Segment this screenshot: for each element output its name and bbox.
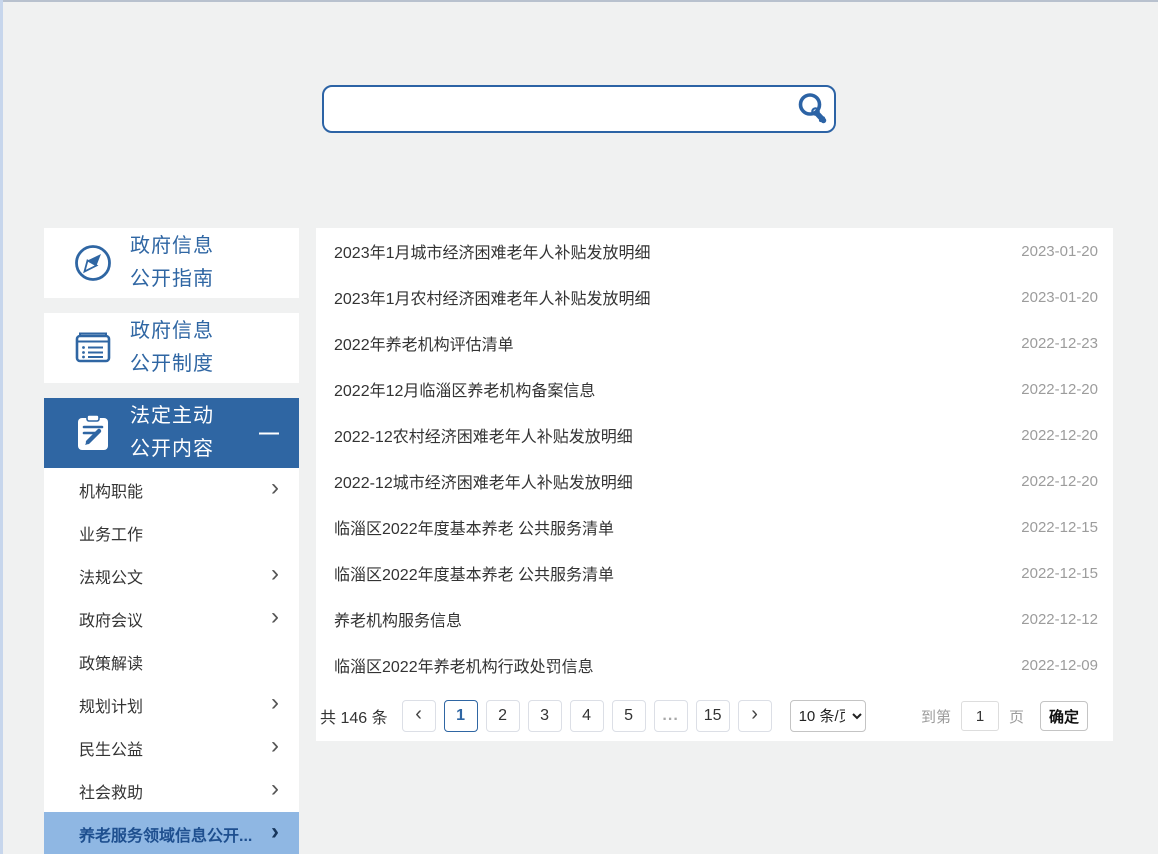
chevron-right-icon: › bbox=[271, 562, 279, 586]
page-button-4[interactable]: 4 bbox=[570, 700, 604, 732]
publish-date: 2022-12-20 bbox=[1021, 473, 1098, 490]
card-label-line2: 公开制度 bbox=[130, 353, 214, 375]
pagination-bar: 共 146 条 ‹ 1 2 3 4 5 ... 15 › 10 条/页 到第 页… bbox=[320, 700, 1088, 732]
sidebar-item-elderly-care-disclosure[interactable]: 养老服务领域信息公开... › bbox=[44, 812, 299, 854]
window-top-edge bbox=[0, 0, 1158, 2]
sidebar-item-planning[interactable]: 规划计划 › bbox=[44, 683, 299, 726]
publish-date: 2023-01-20 bbox=[1021, 243, 1098, 260]
rulebook-icon bbox=[70, 325, 116, 371]
document-link[interactable]: 养老机构服务信息 bbox=[334, 607, 462, 631]
document-link[interactable]: 2022-12农村经济困难老年人补贴发放明细 bbox=[334, 423, 633, 447]
document-link[interactable]: 2022年12月临淄区养老机构备案信息 bbox=[334, 377, 595, 401]
publish-date: 2022-12-20 bbox=[1021, 381, 1098, 398]
list-item: 临淄区2022年度基本养老 公共服务清单 2022-12-15 bbox=[316, 504, 1113, 550]
document-link[interactable]: 临淄区2022年度基本养老 公共服务清单 bbox=[334, 515, 614, 539]
document-link[interactable]: 2023年1月城市经济困难老年人补贴发放明细 bbox=[334, 239, 651, 263]
publish-date: 2022-12-15 bbox=[1021, 519, 1098, 536]
card-label-line2: 公开内容 bbox=[130, 438, 214, 460]
document-link[interactable]: 临淄区2022年养老机构行政处罚信息 bbox=[334, 653, 594, 677]
window-left-edge bbox=[0, 0, 3, 854]
clipboard-pencil-icon bbox=[70, 410, 116, 456]
page-button-2[interactable]: 2 bbox=[486, 700, 520, 732]
list-item: 2022年12月临淄区养老机构备案信息 2022-12-20 bbox=[316, 366, 1113, 412]
publish-date: 2022-12-09 bbox=[1021, 657, 1098, 674]
document-link[interactable]: 2022年养老机构评估清单 bbox=[334, 331, 514, 355]
prev-page-button[interactable]: ‹ bbox=[402, 700, 436, 732]
document-link[interactable]: 临淄区2022年度基本养老 公共服务清单 bbox=[334, 561, 614, 585]
sidebar-item-government-meetings[interactable]: 政府会议 › bbox=[44, 597, 299, 640]
chevron-right-icon: › bbox=[271, 734, 279, 758]
publish-date: 2022-12-12 bbox=[1021, 611, 1098, 628]
sidebar-item-business-work[interactable]: 业务工作 bbox=[44, 511, 299, 554]
goto-suffix-label: 页 bbox=[1009, 706, 1024, 727]
goto-prefix-label: 到第 bbox=[921, 706, 951, 727]
list-item: 养老机构服务信息 2022-12-12 bbox=[316, 596, 1113, 642]
sidebar-card-disclosure-system[interactable]: 政府信息 公开制度 bbox=[44, 313, 299, 383]
goto-page-input[interactable] bbox=[961, 701, 999, 731]
document-link[interactable]: 2023年1月农村经济困难老年人补贴发放明细 bbox=[334, 285, 651, 309]
sidebar-item-regulations[interactable]: 法规公文 › bbox=[44, 554, 299, 597]
page-button-15[interactable]: 15 bbox=[696, 700, 730, 732]
list-item: 2023年1月城市经济困难老年人补贴发放明细 2023-01-20 bbox=[316, 228, 1113, 274]
card-label-line1: 政府信息 bbox=[130, 320, 214, 342]
search-icon bbox=[794, 91, 830, 127]
next-page-button[interactable]: › bbox=[738, 700, 772, 732]
page-button-3[interactable]: 3 bbox=[528, 700, 562, 732]
search-button[interactable] bbox=[790, 87, 834, 131]
page-size-select[interactable]: 10 条/页 bbox=[790, 700, 866, 732]
chevron-right-icon: › bbox=[271, 691, 279, 715]
list-item: 2023年1月农村经济困难老年人补贴发放明细 2023-01-20 bbox=[316, 274, 1113, 320]
list-item: 临淄区2022年度基本养老 公共服务清单 2022-12-15 bbox=[316, 550, 1113, 596]
search-bar bbox=[322, 85, 836, 133]
sidebar-item-policy-interpretation[interactable]: 政策解读 bbox=[44, 640, 299, 683]
card-label-line1: 法定主动 bbox=[130, 405, 214, 427]
list-item: 临淄区2022年养老机构行政处罚信息 2022-12-09 bbox=[316, 642, 1113, 688]
publish-date: 2022-12-23 bbox=[1021, 335, 1098, 352]
sidebar-card-disclosure-guide[interactable]: 政府信息 公开指南 bbox=[44, 228, 299, 298]
chevron-right-icon: › bbox=[271, 777, 279, 801]
list-item: 2022-12农村经济困难老年人补贴发放明细 2022-12-20 bbox=[316, 412, 1113, 458]
chevron-right-icon: › bbox=[271, 820, 279, 844]
card-label-line1: 政府信息 bbox=[130, 235, 214, 257]
content-panel: 2023年1月城市经济困难老年人补贴发放明细 2023-01-20 2023年1… bbox=[316, 228, 1113, 741]
publish-date: 2023-01-20 bbox=[1021, 289, 1098, 306]
sidebar-submenu: 机构职能 › 业务工作 法规公文 › 政府会议 › 政策解读 规划计划 › 民生… bbox=[44, 468, 299, 854]
document-link[interactable]: 2022-12城市经济困难老年人补贴发放明细 bbox=[334, 469, 633, 493]
more-pages-button[interactable]: ... bbox=[654, 700, 688, 732]
search-input[interactable] bbox=[324, 87, 790, 131]
page-button-1[interactable]: 1 bbox=[444, 700, 478, 732]
confirm-button[interactable]: 确定 bbox=[1040, 701, 1088, 731]
sidebar-item-livelihood-welfare[interactable]: 民生公益 › bbox=[44, 726, 299, 769]
list-item: 2022年养老机构评估清单 2022-12-23 bbox=[316, 320, 1113, 366]
collapse-indicator[interactable]: — bbox=[259, 422, 277, 445]
total-count-label: 共 146 条 bbox=[320, 704, 388, 728]
chevron-right-icon: › bbox=[271, 605, 279, 629]
publish-date: 2022-12-15 bbox=[1021, 565, 1098, 582]
card-label-line2: 公开指南 bbox=[130, 268, 214, 290]
list-item: 2022-12城市经济困难老年人补贴发放明细 2022-12-20 bbox=[316, 458, 1113, 504]
sidebar-item-agency-functions[interactable]: 机构职能 › bbox=[44, 468, 299, 511]
sidebar-item-social-assistance[interactable]: 社会救助 › bbox=[44, 769, 299, 812]
compass-icon bbox=[70, 240, 116, 286]
chevron-right-icon: › bbox=[271, 476, 279, 500]
sidebar-card-statutory-disclosure[interactable]: 法定主动 公开内容 — bbox=[44, 398, 299, 468]
page-button-5[interactable]: 5 bbox=[612, 700, 646, 732]
publish-date: 2022-12-20 bbox=[1021, 427, 1098, 444]
